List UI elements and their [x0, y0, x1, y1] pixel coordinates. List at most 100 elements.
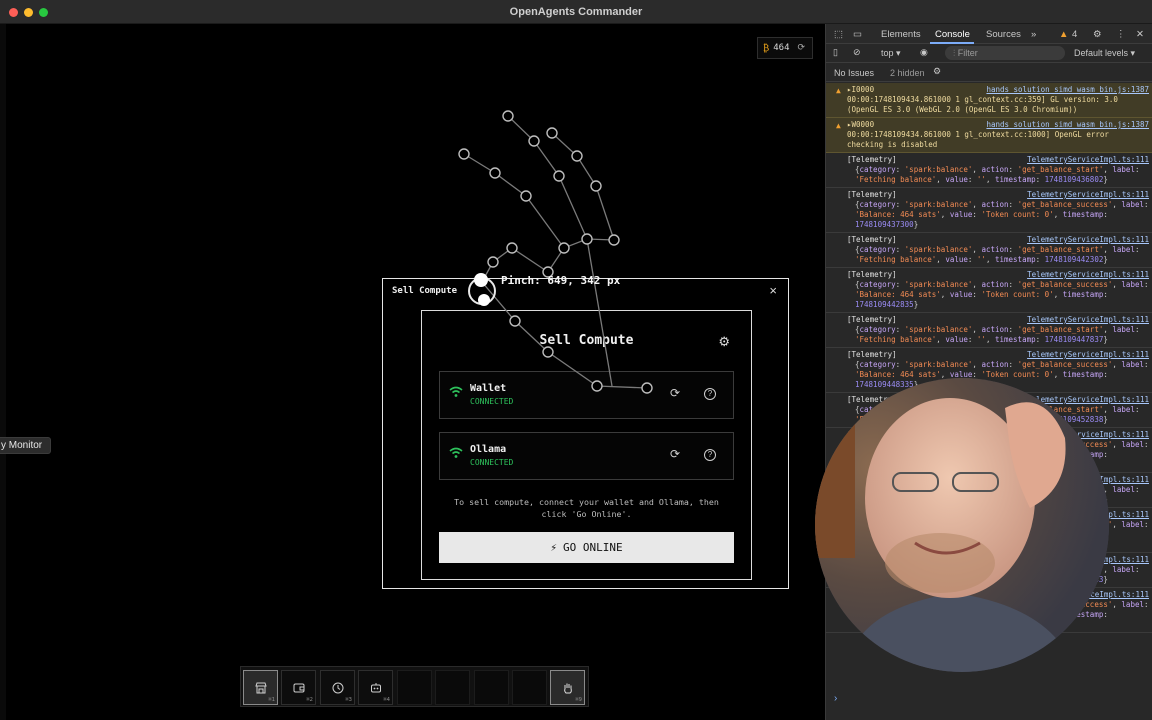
- log-label: Fetching balance: [859, 335, 932, 344]
- log-timestamp: 1748109437300: [855, 220, 914, 229]
- warning-icon[interactable]: ▲: [1059, 29, 1068, 40]
- dock-empty-slot: [397, 670, 432, 705]
- log-head: [Telemetry]: [847, 270, 897, 279]
- console-entry[interactable]: TelemetryServiceImpl.ts:111 [Telemetry]{c…: [826, 313, 1152, 348]
- log-label: Fetching balance: [859, 175, 932, 184]
- dock-wallet-button[interactable]: ⌘2: [281, 670, 316, 705]
- sell-compute-window: Sell Compute × Sell Compute ⚙ Wallet CON…: [382, 278, 789, 589]
- bot-icon: [370, 682, 381, 692]
- window-title: OpenAgents Commander: [509, 6, 643, 18]
- log-levels-dropdown[interactable]: Default levels ▾: [1074, 48, 1135, 59]
- refresh-icon[interactable]: ⟳: [670, 447, 680, 461]
- source-link[interactable]: hands_solution_simd_wasm_bin.js:1387: [986, 85, 1149, 95]
- log-action: get_balance_start: [1022, 325, 1099, 334]
- log-action: get_balance_start: [1022, 165, 1099, 174]
- log-head: ▸W0000: [847, 120, 875, 129]
- tab-elements[interactable]: Elements: [881, 29, 921, 40]
- store-icon: [254, 682, 267, 693]
- inspect-element-icon[interactable]: ⬚: [834, 29, 843, 40]
- history-icon: [332, 682, 343, 693]
- ollama-service-card: Ollama CONNECTED ⟳ ?: [439, 432, 734, 480]
- wifi-icon: [449, 386, 463, 397]
- lightning-icon: ⚡: [550, 541, 557, 554]
- window-title-label: Sell Compute: [392, 286, 458, 296]
- shortcut-label: ⌘2: [306, 697, 313, 703]
- dock-hand-tracking-button[interactable]: ⌘9: [550, 670, 585, 705]
- wifi-icon: [449, 447, 463, 458]
- device-toolbar-icon[interactable]: ▭: [853, 29, 862, 40]
- log-object[interactable]: {category: 'spark:balance', action: 'get…: [847, 280, 1149, 310]
- source-link[interactable]: TelemetryServiceImpl.ts:111: [1027, 315, 1149, 325]
- log-object[interactable]: {category: 'spark:balance', action: 'get…: [847, 200, 1149, 230]
- source-link[interactable]: TelemetryServiceImpl.ts:111: [1027, 155, 1149, 165]
- gear-icon[interactable]: ⚙: [718, 334, 730, 350]
- settings-gear-icon[interactable]: ⚙: [1093, 29, 1102, 40]
- log-timestamp: 1748109442302: [1044, 255, 1104, 264]
- log-levels-label: Default levels: [1074, 48, 1129, 58]
- shortcut-label: ⌘9: [575, 697, 582, 703]
- warning-icon: ▲: [836, 121, 841, 130]
- log-action: get_balance_start: [1022, 245, 1099, 254]
- refresh-icon[interactable]: ⟳: [670, 386, 680, 400]
- log-object[interactable]: {category: 'spark:balance', action: 'get…: [847, 325, 1149, 345]
- log-label: Balance: 464 sats: [859, 210, 937, 219]
- console-entry[interactable]: TelemetryServiceImpl.ts:111 [Telemetry]{c…: [826, 188, 1152, 233]
- sidebar-toggle-icon[interactable]: ▯: [833, 47, 838, 58]
- source-link[interactable]: TelemetryServiceImpl.ts:111: [1027, 190, 1149, 200]
- console-entry[interactable]: ▲ hands_solution_simd_wasm_bin.js:1387 ▸…: [826, 83, 1152, 118]
- tab-sources[interactable]: Sources: [986, 29, 1021, 40]
- shortcut-label: ⌘1: [268, 697, 275, 703]
- help-icon[interactable]: ?: [704, 388, 716, 400]
- console-entry[interactable]: TelemetryServiceImpl.ts:111 [Telemetry]{c…: [826, 268, 1152, 313]
- log-message: 00:00:1748109434.861000 1 gl_context.cc:…: [847, 95, 1118, 114]
- console-toolbar: ▯ ⊘ top ▾ ◉ ⫶ Filter Default levels ▾: [826, 44, 1152, 63]
- clear-console-icon[interactable]: ⊘: [853, 47, 861, 58]
- more-tabs-icon[interactable]: »: [1031, 29, 1036, 40]
- source-link[interactable]: TelemetryServiceImpl.ts:111: [1027, 270, 1149, 280]
- instructions-text: To sell compute, connect your wallet and…: [454, 497, 719, 519]
- source-link[interactable]: hands_solution_simd_wasm_bin.js:1387: [986, 120, 1149, 130]
- close-devtools-icon[interactable]: ✕: [1136, 29, 1144, 40]
- wallet-balance-badge[interactable]: ₿ 464 ⟳: [757, 37, 813, 59]
- monitor-tooltip: y Monitor: [0, 437, 52, 454]
- issues-settings-icon[interactable]: ⚙: [933, 66, 941, 77]
- help-icon[interactable]: ?: [704, 449, 716, 461]
- log-object[interactable]: {category: 'spark:balance', action: 'get…: [847, 245, 1149, 265]
- log-value: '': [976, 175, 986, 184]
- issues-bar: No Issues 2 hidden ⚙: [826, 64, 1152, 82]
- source-link[interactable]: TelemetryServiceImpl.ts:111: [1027, 235, 1149, 245]
- close-icon[interactable]: ×: [769, 283, 777, 298]
- log-timestamp: 1748109447837: [1044, 335, 1104, 344]
- go-online-button[interactable]: ⚡ GO ONLINE: [439, 532, 734, 563]
- log-object[interactable]: {category: 'spark:balance', action: 'get…: [847, 165, 1149, 185]
- refresh-icon[interactable]: ⟳: [798, 43, 806, 53]
- app-dock: ⌘1 ⌘2 ⌘3 ⌘4 ⌘9: [240, 666, 589, 707]
- dock-empty-slot: [512, 670, 547, 705]
- dock-bot-button[interactable]: ⌘4: [358, 670, 393, 705]
- log-timestamp: 1748109448335: [855, 380, 914, 389]
- hidden-count: 2 hidden: [890, 68, 925, 78]
- context-selector[interactable]: top ▾: [881, 48, 901, 59]
- console-prompt[interactable]: ›: [834, 693, 837, 704]
- dock-store-button[interactable]: ⌘1: [243, 670, 278, 705]
- wallet-icon: [293, 683, 304, 692]
- log-action: get_balance_success: [1022, 280, 1108, 289]
- source-link[interactable]: TelemetryServiceImpl.ts:111: [1027, 350, 1149, 360]
- tab-console[interactable]: Console: [935, 29, 970, 40]
- wallet-status: CONNECTED: [470, 397, 514, 406]
- console-entry[interactable]: TelemetryServiceImpl.ts:111 [Telemetry]{c…: [826, 153, 1152, 188]
- console-entry[interactable]: TelemetryServiceImpl.ts:111 [Telemetry]{c…: [826, 233, 1152, 268]
- warning-count: 4: [1072, 29, 1078, 40]
- eye-icon[interactable]: ◉: [920, 47, 928, 58]
- filter-icon: ⫶: [953, 48, 956, 58]
- more-menu-icon[interactable]: ⋮: [1116, 29, 1126, 40]
- console-entry[interactable]: ▲ hands_solution_simd_wasm_bin.js:1387 ▸…: [826, 118, 1152, 153]
- dock-empty-slot: [435, 670, 470, 705]
- filter-input[interactable]: ⫶ Filter: [945, 46, 1065, 60]
- log-value: '': [976, 335, 986, 344]
- wallet-label: Wallet: [470, 383, 507, 394]
- log-label: Fetching balance: [859, 255, 932, 264]
- wallet-service-card: Wallet CONNECTED ⟳ ?: [439, 371, 734, 419]
- webcam-person-image: [815, 378, 1109, 672]
- dock-history-button[interactable]: ⌘3: [320, 670, 355, 705]
